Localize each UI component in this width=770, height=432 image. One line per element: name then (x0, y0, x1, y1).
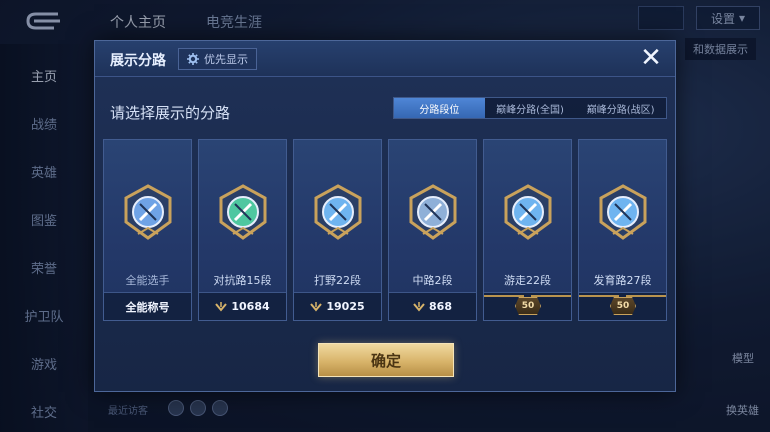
level-banner: 50 (484, 292, 571, 320)
farm-lane-emblem-icon (599, 184, 647, 240)
lane-score-icon (215, 301, 228, 312)
card-footer: 全能称号 (104, 292, 191, 320)
gear-icon (187, 53, 199, 65)
lane-card[interactable]: 对抗路15段 10684 (198, 139, 287, 321)
lane-card[interactable]: 全能选手 全能称号 (103, 139, 192, 321)
dialog-subtitle: 请选择展示的分路 (110, 104, 231, 122)
lane-name: 中路2段 (412, 274, 453, 287)
mid-lane-emblem-icon (409, 184, 457, 240)
card-footer: 868 (389, 292, 476, 320)
priority-display-label: 优先显示 (204, 53, 248, 66)
lane-tabs: 分路段位 巅峰分路(全国) 巅峰分路(战区) (393, 97, 667, 119)
lane-card[interactable]: 中路2段 868 (388, 139, 477, 321)
level-banner: 50 (579, 292, 666, 320)
dialog-title: 展示分路 (110, 53, 166, 69)
level-badge: 50 (610, 297, 636, 315)
card-footer: 10684 (199, 292, 286, 320)
tab-peak-lane-region[interactable]: 巅峰分路(战区) (575, 98, 666, 118)
lane-card-list: 全能选手 全能称号 对抗路15段 10684 打野22段 19025 中路2段 868 游走22… (103, 139, 669, 321)
level-badge: 50 (515, 297, 541, 315)
card-footer: 19025 (294, 292, 381, 320)
jungle-emblem-icon (314, 184, 362, 240)
roam-emblem-icon (504, 184, 552, 240)
lane-display-dialog: 展示分路 优先显示 ✕ 请选择展示的分路 分路段位 巅峰分路(全国) 巅峰分路(… (94, 40, 676, 392)
all-round-title: 全能称号 (125, 300, 170, 314)
dialog-header: 展示分路 优先显示 ✕ (95, 41, 675, 77)
lane-score: 10684 (231, 300, 270, 313)
priority-display-button[interactable]: 优先显示 (178, 48, 257, 70)
lane-name: 打野22段 (314, 274, 361, 287)
lane-card[interactable]: 打野22段 19025 (293, 139, 382, 321)
lane-name: 游走22段 (504, 274, 551, 287)
lane-card[interactable]: 游走22段 50 (483, 139, 572, 321)
confirm-button[interactable]: 确定 (318, 343, 454, 377)
lane-name: 对抗路15段 (213, 274, 272, 287)
tab-lane-rank[interactable]: 分路段位 (394, 98, 485, 118)
tab-peak-lane-national[interactable]: 巅峰分路(全国) (485, 98, 576, 118)
lane-name: 全能选手 (125, 274, 170, 287)
lane-name: 发育路27段 (593, 274, 652, 287)
lane-score-icon (413, 301, 425, 312)
close-icon[interactable]: ✕ (637, 45, 665, 73)
all-round-emblem-icon (124, 184, 172, 240)
lane-score: 868 (429, 300, 452, 313)
lane-score: 19025 (326, 300, 365, 313)
clash-lane-emblem-icon (219, 184, 267, 240)
lane-score-icon (310, 301, 323, 312)
lane-card[interactable]: 发育路27段 50 (578, 139, 667, 321)
